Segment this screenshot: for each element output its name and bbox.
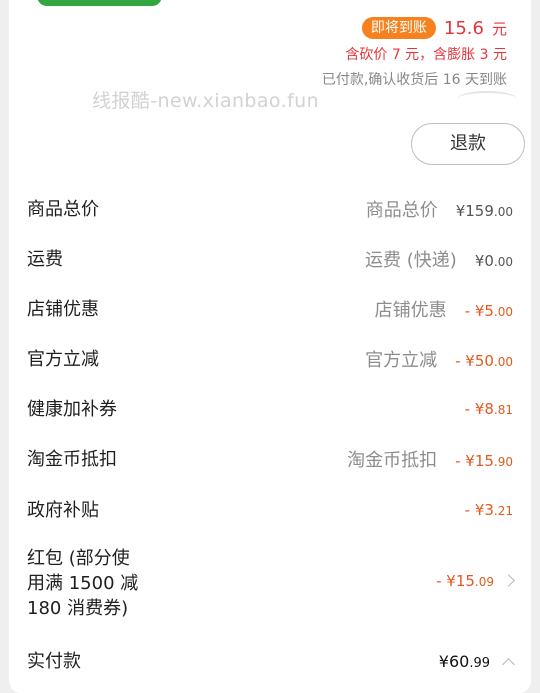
- row-label: 政府补贴: [27, 499, 99, 521]
- row-label: 淘金币抵扣: [27, 448, 117, 470]
- refund-button[interactable]: 退款: [411, 123, 525, 165]
- chevron-up-icon[interactable]: [502, 657, 515, 671]
- row-actual-paid[interactable]: 实付款 ¥60.99: [9, 648, 531, 674]
- row-mid-label: 淘金币抵扣: [347, 450, 438, 471]
- row-shop-discount: 店铺优惠 店铺优惠 - ¥5.00: [9, 296, 531, 322]
- row-label: 官方立减: [27, 348, 99, 370]
- green-badge: [37, 0, 162, 6]
- row-red-packet[interactable]: 红包 (部分使 用满 1500 减 180 消费券) - ¥15.09: [9, 546, 531, 622]
- row-price: - ¥50.00: [455, 352, 513, 370]
- payout-confirm-note: 已付款,确认收货后 16 天到账: [321, 72, 507, 88]
- row-price: ¥159.00: [455, 202, 513, 220]
- bargain-detail: 含砍价 7 元，含膨胀 3 元: [345, 47, 507, 63]
- row-price: ¥0.00: [474, 252, 513, 270]
- row-label: 实付款: [27, 650, 81, 672]
- row-health-coupon: 健康加补券 - ¥8.81: [9, 396, 531, 422]
- row-price: - ¥15.90: [455, 452, 513, 470]
- decorative-arc: [457, 91, 517, 107]
- row-label: 店铺优惠: [27, 298, 99, 320]
- row-goods-total: 商品总价 商品总价 ¥159.00: [9, 196, 531, 222]
- row-price: - ¥15.09: [436, 572, 494, 590]
- row-label: 运费: [27, 248, 63, 270]
- chevron-right-icon[interactable]: [502, 574, 515, 587]
- status-pill: 即将到账: [361, 17, 436, 39]
- row-label: 商品总价: [27, 198, 99, 220]
- row-official-discount: 官方立减 官方立减 - ¥50.00: [9, 346, 531, 372]
- row-label: 健康加补券: [27, 398, 117, 420]
- row-price: - ¥5.00: [464, 302, 513, 320]
- row-price: - ¥8.81: [464, 400, 513, 418]
- row-label: 红包 (部分使 用满 1500 减 180 消费券): [27, 548, 139, 619]
- row-mid-label: 商品总价: [365, 200, 438, 221]
- row-mid-label: 运费 (快递): [365, 250, 457, 271]
- row-mid-label: 店铺优惠: [374, 300, 447, 321]
- row-gov-subsidy: 政府补贴 - ¥3.21: [9, 497, 531, 523]
- order-detail-card: 即将到账 15.6 元 含砍价 7 元，含膨胀 3 元 已付款,确认收货后 16 …: [9, 0, 531, 693]
- row-price: ¥60.99: [438, 651, 490, 671]
- row-coin-deduction: 淘金币抵扣 淘金币抵扣 - ¥15.90: [9, 446, 531, 472]
- watermark: 线报酷-new.xianbao.fun: [92, 90, 320, 112]
- row-price: - ¥3.21: [464, 501, 513, 519]
- row-mid-label: 官方立减: [365, 350, 438, 371]
- payout-amount: 15.6 元: [443, 17, 507, 39]
- row-shipping: 运费 运费 (快递) ¥0.00: [9, 246, 531, 272]
- payout-summary: 即将到账 15.6 元 含砍价 7 元，含膨胀 3 元 已付款,确认收货后 16 …: [322, 16, 507, 90]
